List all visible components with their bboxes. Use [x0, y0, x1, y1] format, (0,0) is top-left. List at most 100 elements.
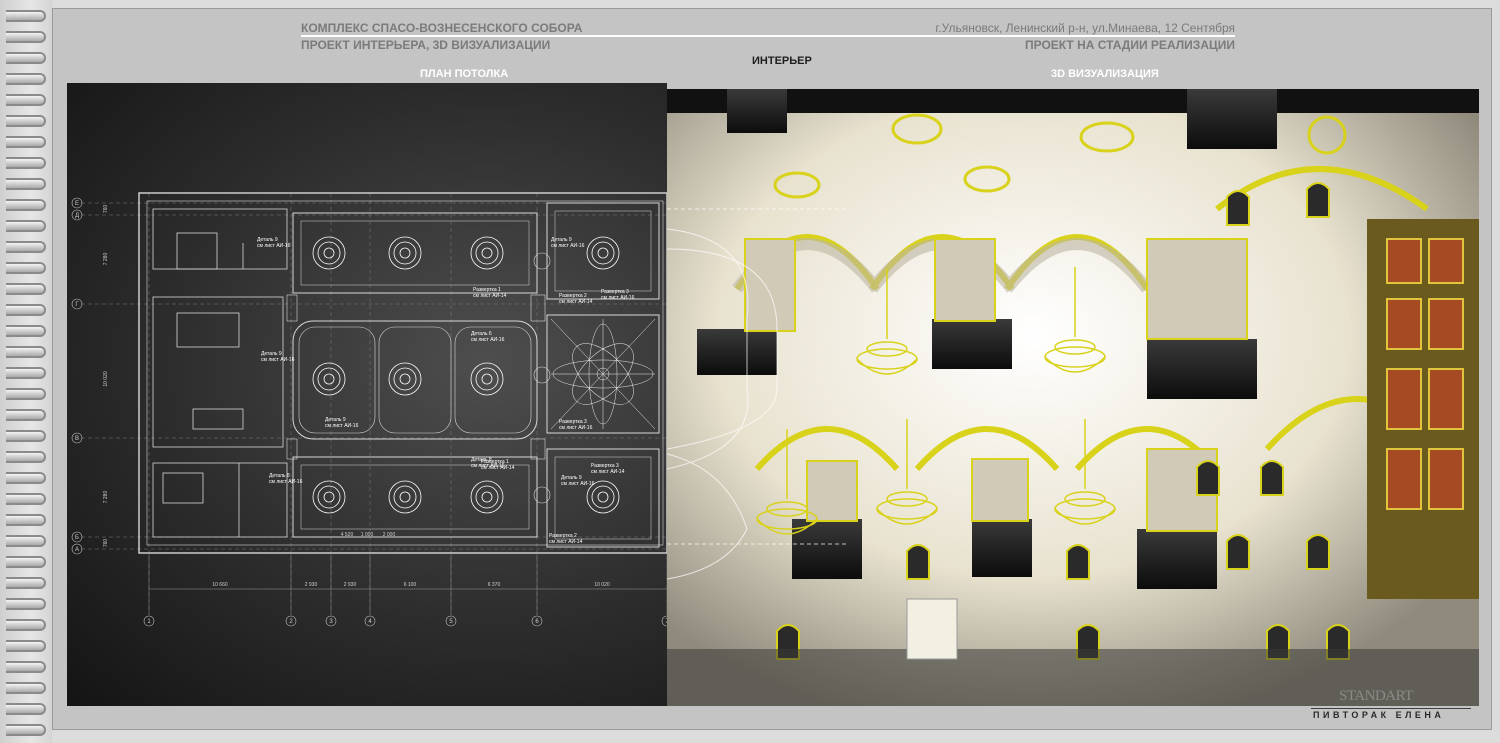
svg-text:см лист АИ-14: см лист АИ-14	[559, 299, 593, 305]
binding-ring	[6, 430, 46, 442]
bottom-dimension: 2 930	[344, 582, 357, 588]
binding-ring	[6, 514, 46, 526]
binding-ring	[6, 199, 46, 211]
binding-ring	[6, 388, 46, 400]
binding-ring	[6, 94, 46, 106]
ceiling-rosette	[470, 480, 504, 514]
row-axis-marker: Г	[71, 298, 83, 310]
arched-window	[1306, 182, 1330, 218]
svg-text:см лист АИ-16: см лист АИ-16	[601, 295, 635, 301]
svg-text:см лист АИ-16: см лист АИ-16	[471, 337, 505, 343]
plan-annotation: Развертка 2см лист АИ-14	[559, 293, 593, 305]
svg-text:см лист АИ-14: см лист АИ-14	[591, 469, 625, 475]
ceiling-rosette	[312, 362, 346, 396]
plan-annotation: Развертка 3см лист АИ-14	[591, 463, 625, 475]
binding-ring	[6, 682, 46, 694]
plan-annotation: Деталь 9см лист АИ-16	[561, 475, 595, 487]
svg-text:А: А	[75, 547, 79, 553]
column-axis-marker: 1	[143, 553, 155, 627]
ceiling-plan-title: ПЛАН ПОТОЛКА	[420, 68, 509, 80]
plan-annotation: Развертка 2см лист АИ-14	[549, 533, 583, 545]
plan-annotation: Деталь 8см лист АИ-16	[269, 473, 303, 485]
svg-text:6: 6	[535, 619, 539, 625]
arched-window	[1066, 544, 1090, 580]
svg-text:Г: Г	[75, 302, 79, 308]
plan-annotation: Развертка 1см лист АИ-14	[481, 459, 515, 471]
interior-render-svg	[667, 89, 1479, 706]
binding-ring	[6, 136, 46, 148]
svg-text:Е: Е	[75, 201, 79, 207]
visualization-title: 3D ВИЗУАЛИЗАЦИЯ	[1051, 68, 1159, 80]
svg-text:см лист АИ-16: см лист АИ-16	[559, 425, 593, 431]
binding-ring	[6, 325, 46, 337]
plan-annotation: Деталь 9см лист АИ-16	[261, 351, 295, 363]
binding-ring	[6, 472, 46, 484]
svg-text:см лист АИ-16: см лист АИ-16	[561, 481, 595, 487]
bottom-dimension: 2 930	[305, 582, 318, 588]
row-axis-marker: Е	[71, 197, 83, 209]
bottom-dimension: 6 370	[488, 582, 501, 588]
side-dimension: 7 280	[103, 253, 109, 266]
ceiling-rosette	[388, 480, 422, 514]
plan-annotation: Развертка 1см лист АИ-14	[473, 287, 507, 299]
svg-text:1: 1	[147, 619, 151, 625]
binding-ring	[6, 178, 46, 190]
svg-text:см лист АИ-16: см лист АИ-16	[257, 243, 291, 249]
binding-ring	[6, 724, 46, 736]
side-dimension: 760	[103, 539, 109, 548]
svg-text:см лист АИ-16: см лист АИ-16	[261, 357, 295, 363]
plan-annotation: Деталь 9см лист АИ-16	[257, 237, 291, 249]
binding-ring	[6, 661, 46, 673]
svg-text:Д: Д	[75, 213, 79, 219]
binding-ring	[6, 493, 46, 505]
ceiling-rosette	[470, 236, 504, 270]
svg-text:3: 3	[329, 619, 333, 625]
binding-ring	[6, 283, 46, 295]
spiral-binding	[0, 0, 52, 743]
author-name: ПИВТОРАК ЕЛЕНА	[1313, 710, 1445, 720]
binding-ring	[6, 241, 46, 253]
binding-ring	[6, 157, 46, 169]
bottom-dimension: 10 660	[212, 582, 228, 588]
ceiling-rosette	[470, 362, 504, 396]
binding-ring	[6, 220, 46, 232]
arched-window	[1226, 534, 1250, 570]
binding-ring	[6, 451, 46, 463]
studio-logo: STANDART ПИВТОРАК ЕЛЕНА	[1305, 688, 1475, 724]
svg-text:4: 4	[368, 619, 372, 625]
binding-ring	[6, 598, 46, 610]
row-axis-marker: Д	[71, 209, 83, 221]
presentation-sheet: КОМПЛЕКС СПАСО-ВОЗНЕСЕНСКОГО СОБОРА ПРОЕ…	[52, 8, 1492, 730]
detail-dimension: 1 000	[361, 532, 374, 538]
svg-text:см лист АИ-16: см лист АИ-16	[269, 479, 303, 485]
svg-text:см лист АИ-14: см лист АИ-14	[549, 539, 583, 545]
interior-title: ИНТЕРЬЕР	[752, 55, 812, 67]
project-subtitle: ПРОЕКТ ИНТЕРЬЕРА, 3D ВИЗУАЛИЗАЦИИ	[301, 38, 551, 52]
side-dimension: 10 020	[103, 371, 109, 387]
arched-window	[906, 544, 930, 580]
project-status: ПРОЕКТ НА СТАДИИ РЕАЛИЗАЦИИ	[1024, 38, 1235, 52]
binding-ring	[6, 640, 46, 652]
ceiling-rosette	[388, 362, 422, 396]
project-title: КОМПЛЕКС СПАСО-ВОЗНЕСЕНСКОГО СОБОРА	[301, 21, 583, 35]
ceiling-plan-drawing: ЕДГВБА1234567 10 6602 9302 9306 1006 370…	[67, 83, 667, 706]
binding-ring	[6, 619, 46, 631]
arched-window	[1260, 460, 1284, 496]
svg-text:2: 2	[289, 619, 293, 625]
binding-ring	[6, 31, 46, 43]
binding-ring	[6, 535, 46, 547]
header-divider	[301, 35, 1235, 37]
binding-ring	[6, 262, 46, 274]
binding-ring	[6, 409, 46, 421]
project-location: г.Ульяновск, Ленинский р-н, ул.Минаева, …	[935, 21, 1235, 35]
plan-annotation: Деталь 9см лист АИ-16	[325, 417, 359, 429]
binding-ring	[6, 52, 46, 64]
row-axis-marker: А	[71, 543, 83, 555]
binding-ring	[6, 556, 46, 568]
column-axis-marker: 4	[364, 553, 376, 627]
arched-window	[1306, 534, 1330, 570]
plan-annotation: Деталь 9см лист АИ-16	[551, 237, 585, 249]
side-dimension: 7 280	[103, 491, 109, 504]
binding-ring	[6, 304, 46, 316]
svg-text:см лист АИ-16: см лист АИ-16	[551, 243, 585, 249]
